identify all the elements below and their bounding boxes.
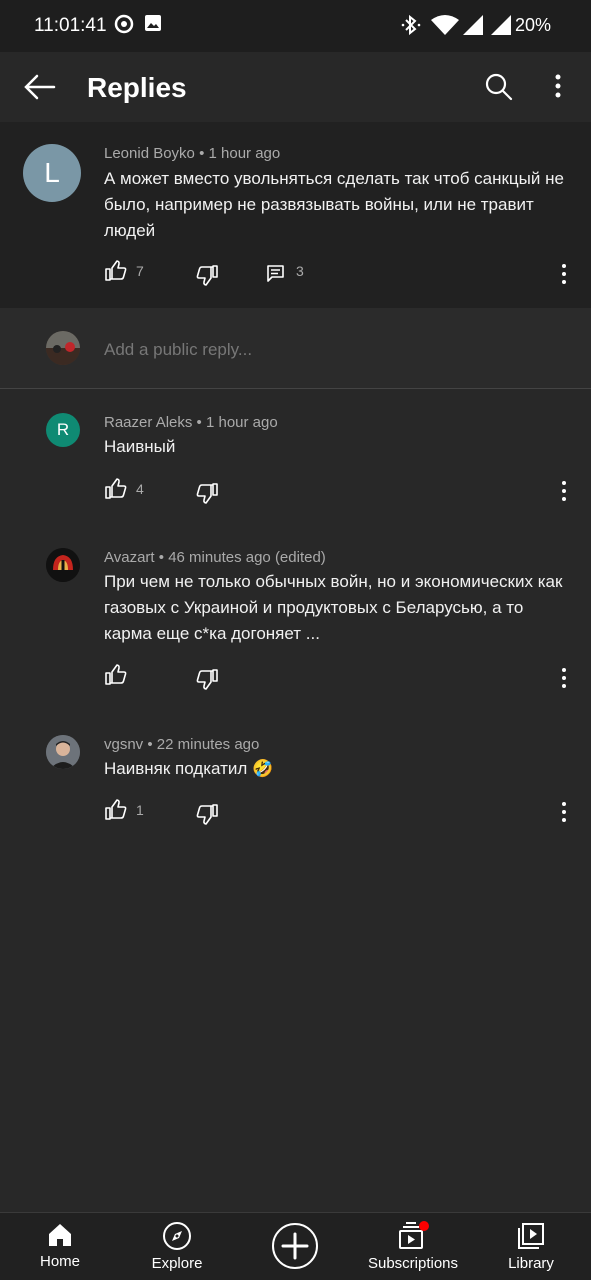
notification-dot <box>419 1221 429 1231</box>
status-bar: 11:01:41 20% <box>0 0 591 52</box>
nav-library[interactable]: Library <box>471 1221 591 1272</box>
battery-level: 20% <box>514 15 551 35</box>
nav-explore-label: Explore <box>151 1255 203 1272</box>
wifi-icon <box>430 14 460 41</box>
like-count: 1 <box>136 802 144 818</box>
avatar[interactable]: R <box>46 413 80 447</box>
comment-author[interactable]: Leonid Boyko <box>104 145 195 162</box>
page-title: Replies <box>87 72 187 103</box>
reply-menu-icon[interactable] <box>556 666 572 695</box>
meta-separator: • <box>158 549 165 566</box>
reply-time: 22 minutes ago <box>156 736 260 753</box>
reply-time: 1 hour ago <box>205 414 278 431</box>
avatar[interactable]: L <box>23 144 81 202</box>
home-icon <box>49 1224 71 1246</box>
image-icon <box>144 14 162 37</box>
reply-input-row <box>0 308 591 388</box>
divider <box>0 388 591 389</box>
bottom-nav: Home Explore Subscriptions Library <box>0 1212 591 1280</box>
reply-text: Наивняк подкатил 🤣 <box>104 759 274 778</box>
reply-menu-icon[interactable] <box>556 800 572 829</box>
avatar[interactable] <box>46 735 80 769</box>
nav-subscriptions-label: Subscriptions <box>367 1255 459 1272</box>
like-count: 7 <box>136 263 144 279</box>
signal-icon-2 <box>490 14 512 41</box>
user-avatar[interactable] <box>46 331 80 365</box>
reply-count: 3 <box>296 263 304 279</box>
reply-author[interactable]: Avazart <box>104 549 155 566</box>
nav-library-label: Library <box>508 1255 554 1272</box>
library-icon <box>518 1223 544 1249</box>
dislike-icon[interactable] <box>195 482 219 509</box>
reply-meta: Raazer Aleks • 1 hour ago <box>104 414 278 431</box>
avatar[interactable] <box>46 548 80 582</box>
reply-meta: vgsnv • 22 minutes ago <box>104 736 259 753</box>
reply-author[interactable]: Raazer Aleks <box>104 414 192 431</box>
reply-text: Наивный <box>104 437 176 456</box>
dislike-icon[interactable] <box>195 803 219 830</box>
compass-icon <box>163 1222 191 1250</box>
like-icon[interactable] <box>104 478 128 505</box>
app-bar: Replies <box>0 52 591 122</box>
comment-text: А может вместо увольняться сделать так ч… <box>104 169 564 240</box>
bluetooth-icon <box>400 14 422 41</box>
nav-home-label: Home <box>39 1253 80 1270</box>
media-icon <box>114 14 134 39</box>
reply-menu-icon[interactable] <box>556 479 572 508</box>
reply-comment-icon[interactable] <box>266 264 286 289</box>
subscriptions-icon <box>399 1221 429 1249</box>
signal-icon-1 <box>462 14 484 41</box>
like-icon[interactable] <box>104 260 128 287</box>
back-arrow-icon[interactable] <box>22 72 58 107</box>
comment-time: 1 hour ago <box>208 145 281 162</box>
search-icon[interactable] <box>484 72 514 107</box>
plus-icon <box>281 1232 309 1260</box>
nav-explore[interactable]: Explore <box>117 1221 237 1272</box>
reply-author[interactable]: vgsnv <box>104 736 143 753</box>
comment-menu-icon[interactable] <box>556 262 572 291</box>
like-count: 4 <box>136 481 144 497</box>
reply-text: При чем не только обычных войн, но и эко… <box>104 572 563 643</box>
avatar-letter: L <box>44 157 60 188</box>
reply-input[interactable]: Add a public reply... <box>104 340 252 360</box>
dislike-icon[interactable] <box>195 668 219 695</box>
reply-meta: Avazart • 46 minutes ago (edited) <box>104 549 326 566</box>
meta-separator: • <box>196 414 202 431</box>
dislike-icon[interactable] <box>195 264 219 291</box>
meta-separator: • <box>199 145 205 162</box>
avatar-letter: R <box>56 420 70 439</box>
more-options-icon[interactable] <box>548 72 568 107</box>
status-time: 11:01:41 <box>34 15 107 36</box>
like-icon[interactable] <box>104 799 128 826</box>
comment-meta: Leonid Boyko • 1 hour ago <box>104 145 280 162</box>
like-icon[interactable] <box>104 664 128 691</box>
create-button[interactable] <box>272 1223 318 1269</box>
reply-time: 46 minutes ago (edited) <box>168 549 326 566</box>
nav-subscriptions[interactable]: Subscriptions <box>353 1221 473 1272</box>
nav-home[interactable]: Home <box>0 1221 120 1270</box>
meta-separator: • <box>147 736 153 753</box>
